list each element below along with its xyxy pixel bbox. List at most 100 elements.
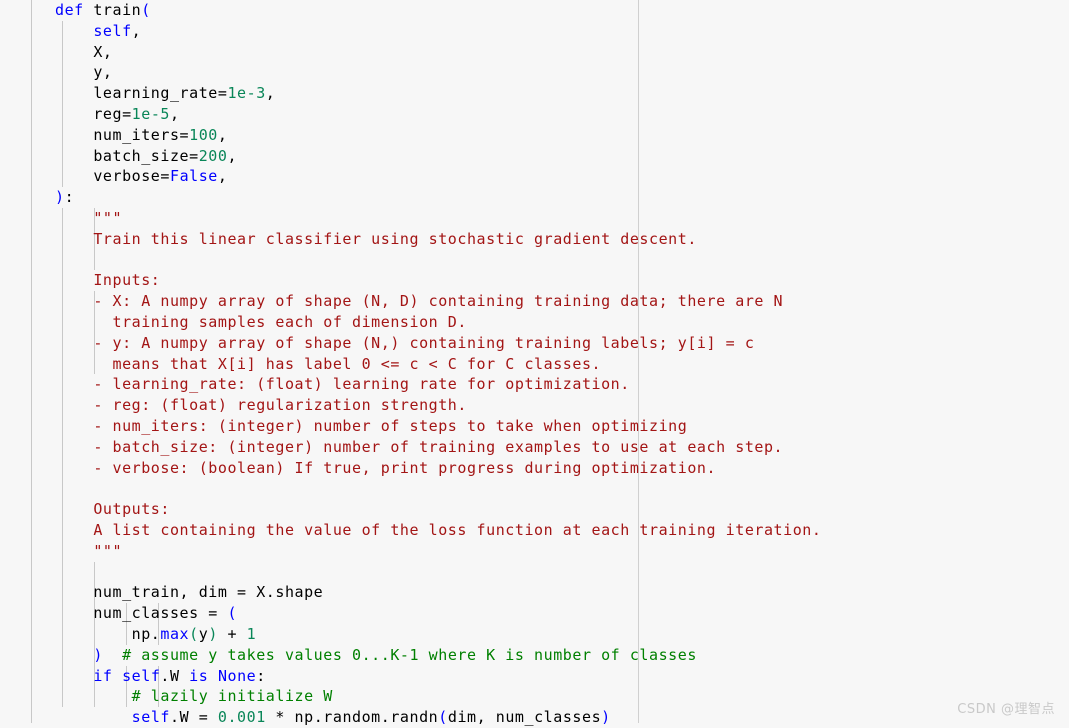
token-op: num_iters= bbox=[55, 125, 190, 144]
code-line[interactable]: # lazily initialize W bbox=[55, 686, 821, 707]
code-line[interactable]: np.max(y) + 1 bbox=[55, 624, 821, 645]
token-com: # lazily initialize W bbox=[55, 687, 333, 706]
token-op: X, bbox=[55, 42, 113, 61]
token-op: num_classes = bbox=[55, 604, 228, 623]
token-doc: - num_iters: (integer) number of steps t… bbox=[55, 416, 688, 435]
token-pn: ) bbox=[55, 645, 103, 664]
token-op: : bbox=[64, 188, 75, 207]
token-doc: - batch_size: (integer) number of traini… bbox=[55, 437, 784, 456]
token-doc: Inputs: bbox=[55, 271, 161, 290]
code-line[interactable]: """ bbox=[55, 208, 821, 229]
token-doc: Outputs: bbox=[55, 500, 170, 519]
token-doc: training samples each of dimension D. bbox=[55, 312, 467, 331]
code-line[interactable]: ): bbox=[55, 187, 821, 208]
token-op: y, bbox=[55, 63, 113, 82]
token-op: , bbox=[227, 146, 238, 165]
token-num: 100 bbox=[189, 125, 218, 144]
token-kw: self bbox=[131, 708, 170, 727]
token-doc: - reg: (float) regularization strength. bbox=[55, 396, 467, 415]
token-num: 1e-5 bbox=[131, 104, 170, 123]
token-num: 0.001 bbox=[217, 708, 266, 727]
code-line[interactable]: X, bbox=[55, 42, 821, 63]
code-line[interactable] bbox=[55, 478, 821, 499]
code-line[interactable]: num_classes = ( bbox=[55, 603, 821, 624]
token-doc: """ bbox=[55, 208, 123, 227]
token-kw: self bbox=[93, 21, 132, 40]
code-line[interactable]: if self.W is None: bbox=[55, 666, 821, 687]
token-op: reg= bbox=[55, 104, 132, 123]
code-line[interactable]: - verbose: (boolean) If true, print prog… bbox=[55, 458, 821, 479]
token-num: 1e-3 bbox=[227, 84, 266, 103]
token-op: train bbox=[93, 1, 142, 19]
code-editor[interactable]: def train( self, X, y, learning_rate=1e-… bbox=[0, 0, 1069, 726]
token-pg: ( bbox=[189, 624, 199, 643]
token-com: # assume y takes values 0...K-1 where K … bbox=[102, 645, 697, 664]
token-pn: ) bbox=[601, 708, 611, 727]
token-op: verbose= bbox=[55, 167, 170, 186]
token-doc: Train this linear classifier using stoch… bbox=[55, 229, 697, 248]
code-content[interactable]: def train( self, X, y, learning_rate=1e-… bbox=[55, 0, 821, 728]
code-line[interactable]: Inputs: bbox=[55, 270, 821, 291]
token-kw: False bbox=[169, 167, 218, 186]
code-line[interactable]: - reg: (float) regularization strength. bbox=[55, 395, 821, 416]
token-doc: - learning_rate: (float) learning rate f… bbox=[55, 375, 630, 394]
code-line[interactable]: - num_iters: (integer) number of steps t… bbox=[55, 416, 821, 437]
token-op: num_train, dim = X.shape bbox=[55, 583, 324, 602]
code-line[interactable]: learning_rate=1e-3, bbox=[55, 83, 821, 104]
code-line[interactable] bbox=[55, 562, 821, 583]
token-num: 200 bbox=[198, 146, 228, 165]
margin-guide-line bbox=[31, 0, 32, 723]
token-op: dim, num_classes bbox=[447, 708, 602, 727]
token-pn: ) bbox=[55, 188, 65, 207]
token-op bbox=[208, 667, 218, 685]
token-num: 1 bbox=[246, 624, 257, 643]
token-op: , bbox=[217, 167, 228, 186]
token-op: : bbox=[256, 666, 266, 685]
code-line[interactable]: means that X[i] has label 0 <= c < C for… bbox=[55, 354, 821, 375]
token-op bbox=[84, 1, 94, 19]
token-op: , bbox=[217, 125, 228, 144]
code-line[interactable]: training samples each of dimension D. bbox=[55, 312, 821, 333]
token-op bbox=[55, 22, 93, 40]
code-line[interactable]: num_iters=100, bbox=[55, 125, 821, 146]
token-doc: - y: A numpy array of shape (N,) contain… bbox=[55, 333, 755, 352]
code-line[interactable]: verbose=False, bbox=[55, 166, 821, 187]
code-line[interactable]: - X: A numpy array of shape (N, D) conta… bbox=[55, 291, 821, 312]
code-line[interactable]: batch_size=200, bbox=[55, 146, 821, 167]
token-op: , bbox=[131, 21, 142, 40]
token-op: * np.random.randn bbox=[265, 708, 439, 727]
code-line[interactable]: ) # assume y takes values 0...K-1 where … bbox=[55, 645, 821, 666]
token-pn: ( bbox=[227, 604, 238, 623]
code-line[interactable]: self.W = 0.001 * np.random.randn(dim, nu… bbox=[55, 707, 821, 728]
code-line[interactable]: y, bbox=[55, 62, 821, 83]
code-line[interactable]: num_train, dim = X.shape bbox=[55, 582, 821, 603]
token-op: , bbox=[265, 84, 276, 103]
code-line[interactable] bbox=[55, 250, 821, 271]
code-line[interactable]: - y: A numpy array of shape (N,) contain… bbox=[55, 333, 821, 354]
token-op bbox=[55, 708, 132, 726]
code-line[interactable]: A list containing the value of the loss … bbox=[55, 520, 821, 541]
token-op: np. bbox=[55, 624, 161, 643]
token-doc: - X: A numpy array of shape (N, D) conta… bbox=[55, 292, 784, 311]
token-doc: A list containing the value of the loss … bbox=[55, 520, 822, 539]
code-line[interactable]: """ bbox=[55, 541, 821, 562]
token-kw: is bbox=[189, 666, 209, 685]
token-kw: self bbox=[122, 666, 161, 685]
watermark-csdn: CSDN @理智点 bbox=[957, 702, 1055, 717]
code-line[interactable]: Train this linear classifier using stoch… bbox=[55, 229, 821, 250]
token-kw: None bbox=[217, 666, 257, 685]
token-op: , bbox=[169, 104, 180, 123]
token-op: batch_size= bbox=[55, 146, 199, 165]
code-line[interactable]: self, bbox=[55, 21, 821, 42]
code-line[interactable]: reg=1e-5, bbox=[55, 104, 821, 125]
token-op: + bbox=[217, 624, 247, 643]
token-kw: def bbox=[55, 1, 84, 19]
token-op bbox=[113, 667, 123, 685]
token-pg: ) bbox=[208, 624, 218, 643]
token-doc: """ bbox=[55, 541, 123, 560]
code-line[interactable]: def train( bbox=[55, 0, 821, 21]
code-line[interactable]: - batch_size: (integer) number of traini… bbox=[55, 437, 821, 458]
code-line[interactable]: Outputs: bbox=[55, 499, 821, 520]
code-line[interactable]: - learning_rate: (float) learning rate f… bbox=[55, 374, 821, 395]
token-fn: max bbox=[160, 624, 190, 643]
